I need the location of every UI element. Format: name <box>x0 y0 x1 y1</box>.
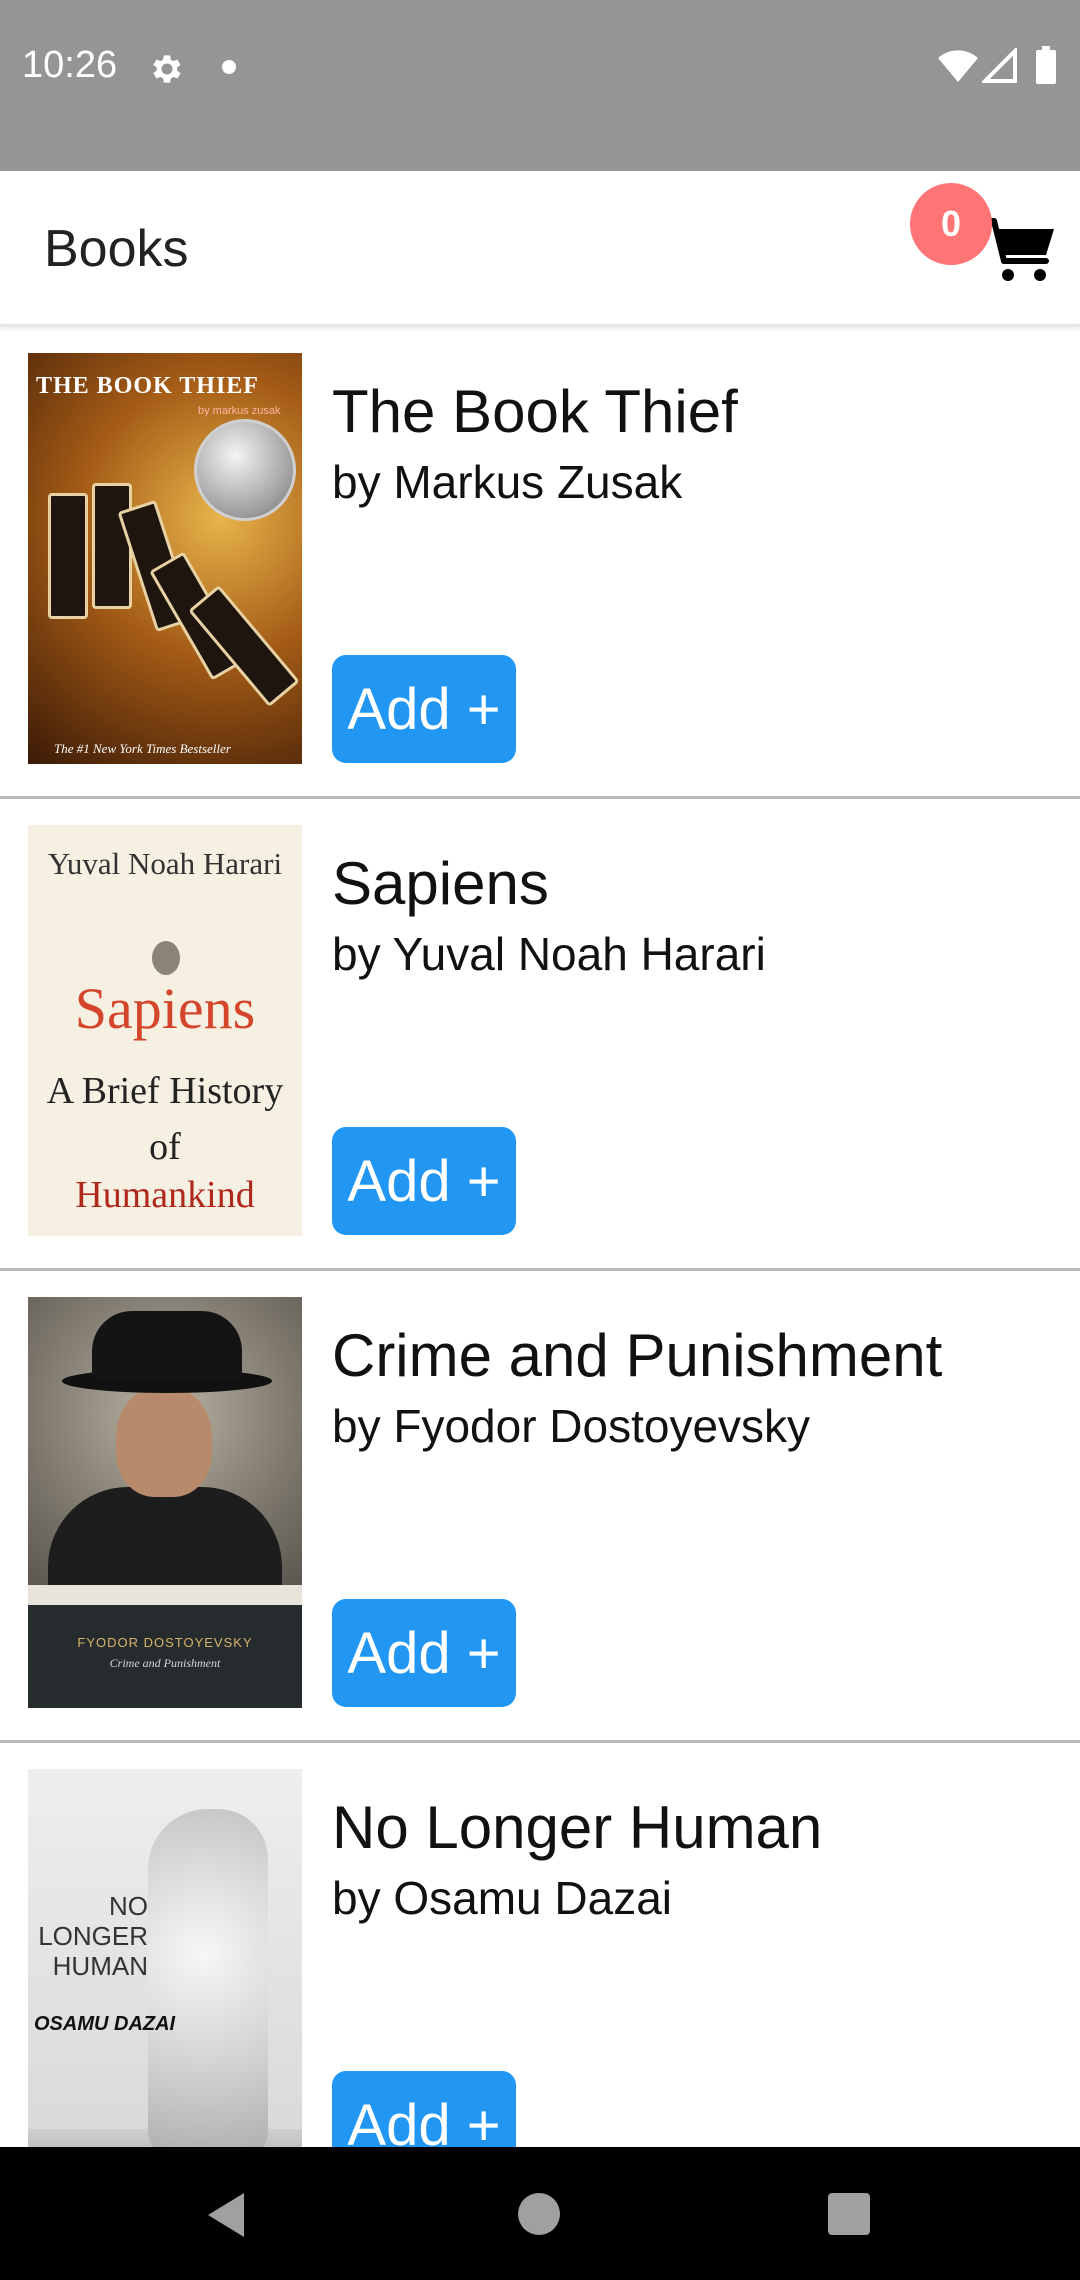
cover-author-text: by markus zusak <box>198 405 281 417</box>
add-to-cart-button[interactable]: Add + <box>332 1599 516 1707</box>
signal-icon <box>982 48 1017 83</box>
back-icon[interactable] <box>204 2191 248 2239</box>
screen: 10:26 Books 0 THE BOOK THIEF by markus z… <box>0 0 1080 2280</box>
cover-title-text: NO LONGER HUMAN <box>38 1891 148 1981</box>
domino-shape <box>92 483 132 609</box>
navigation-bar <box>0 2147 1080 2280</box>
cover-subtitle-text-2: Humankind <box>75 1174 255 1216</box>
award-medal-icon <box>194 419 296 521</box>
cover-author-text: FYODOR DOSTOYEVSKY <box>77 1635 253 1650</box>
add-to-cart-button[interactable]: Add + <box>332 655 516 763</box>
book-row-sapiens: Yuval Noah Harari Sapiens A Brief Histor… <box>0 799 1080 1271</box>
domino-shape <box>48 493 88 619</box>
book-row-book-thief: THE BOOK THIEF by markus zusak The #1 Ne… <box>0 327 1080 799</box>
book-cover-image: Yuval Noah Harari Sapiens A Brief Histor… <box>28 825 302 1236</box>
app-bar: Books 0 <box>0 171 1080 327</box>
book-row-no-longer-human: NO LONGER HUMAN OSAMU DAZAI No Longer Hu… <box>0 1743 1080 2147</box>
home-icon[interactable] <box>518 2193 560 2235</box>
status-bar: 10:26 <box>0 0 1080 171</box>
portrait-hat <box>92 1311 242 1381</box>
book-author: by Yuval Noah Harari <box>332 928 766 980</box>
cart-count-badge[interactable]: 0 <box>910 183 992 265</box>
cover-tagline-text: The #1 New York Times Bestseller <box>54 741 231 756</box>
add-to-cart-button[interactable]: Add + <box>332 2071 516 2147</box>
cover-subtitle-text: A Brief History of <box>46 1070 284 1168</box>
gear-icon <box>153 55 181 83</box>
cover-title-text: THE BOOK THIEF <box>36 373 259 399</box>
page-title: Books <box>44 220 189 278</box>
add-to-cart-button[interactable]: Add + <box>332 1127 516 1235</box>
book-author: by Osamu Dazai <box>332 1872 673 1924</box>
cover-title-text: Sapiens <box>74 976 256 1041</box>
book-author: by Fyodor Dostoyevsky <box>332 1400 811 1452</box>
cover-label-panel: FYODOR DOSTOYEVSKY Crime and Punishment <box>28 1605 302 1708</box>
status-time: 10:26 <box>22 44 118 86</box>
book-title: Crime and Punishment <box>332 1322 943 1389</box>
book-title: The Book Thief <box>332 378 738 445</box>
portrait-coat <box>48 1487 282 1587</box>
fingerprint-icon <box>152 941 180 975</box>
book-title: Sapiens <box>332 850 549 917</box>
cover-author-text: Yuval Noah Harari <box>47 846 283 881</box>
portrait-face <box>116 1387 212 1497</box>
wifi-icon <box>938 50 978 82</box>
book-title: No Longer Human <box>332 1794 823 1861</box>
book-row-crime-and-punishment: FYODOR DOSTOYEVSKY Crime and Punishment … <box>0 1271 1080 1743</box>
book-author: by Markus Zusak <box>332 456 683 508</box>
cover-author-text: OSAMU DAZAI <box>34 2013 176 2035</box>
book-cover-image: NO LONGER HUMAN OSAMU DAZAI <box>28 1769 302 2147</box>
sculpture-figure <box>148 1809 268 2147</box>
battery-icon <box>1036 46 1056 84</box>
book-cover-image: THE BOOK THIEF by markus zusak The #1 Ne… <box>28 353 302 764</box>
recents-icon[interactable] <box>828 2193 870 2235</box>
book-cover-image: FYODOR DOSTOYEVSKY Crime and Punishment <box>28 1297 302 1708</box>
cover-title-text: Crime and Punishment <box>109 1656 221 1670</box>
notification-dot-icon <box>222 60 236 74</box>
book-list[interactable]: THE BOOK THIEF by markus zusak The #1 Ne… <box>0 327 1080 2147</box>
publisher-band <box>28 1585 302 1605</box>
